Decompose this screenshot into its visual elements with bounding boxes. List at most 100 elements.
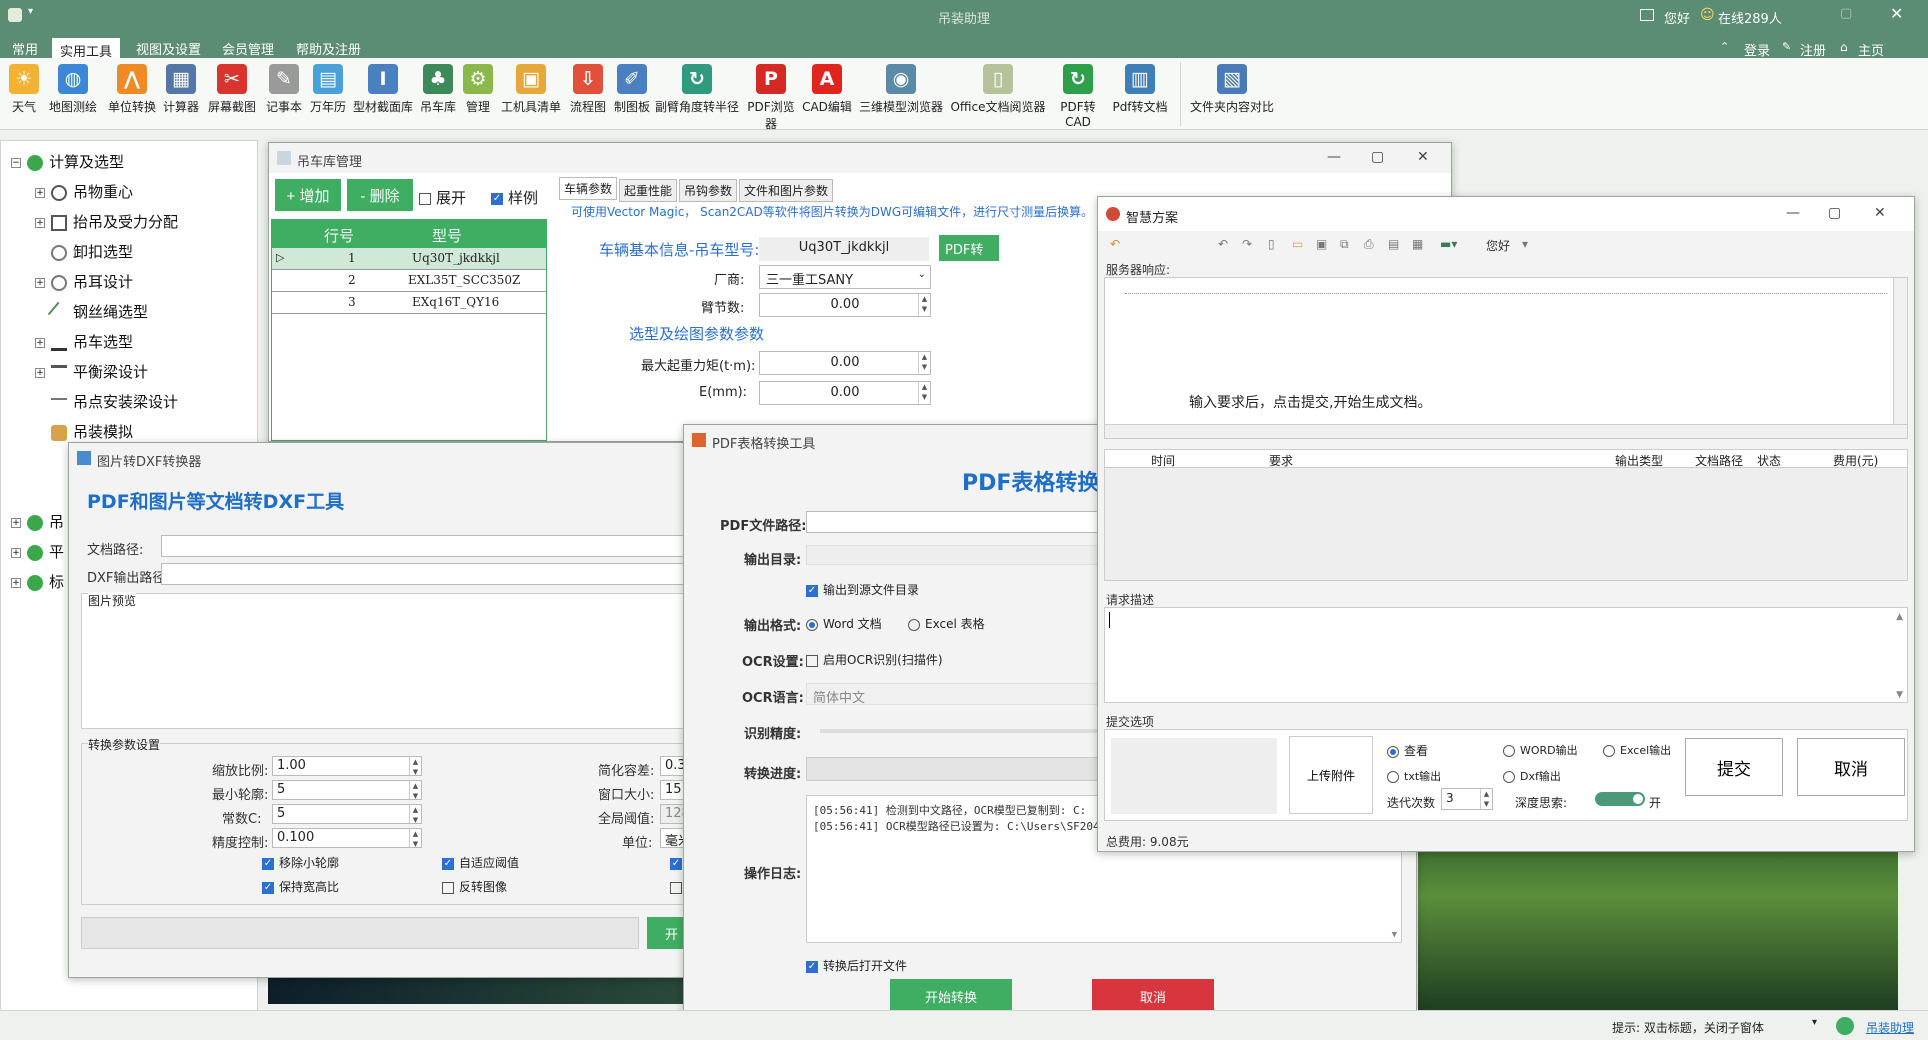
start-convert-button[interactable]: 开始转换 bbox=[890, 979, 1012, 1013]
table-row[interactable]: ▷ 1 Uq30T_jkdkkjl bbox=[272, 248, 546, 270]
tool-office-viewer[interactable]: ▯ Office文档阅览器 bbox=[950, 64, 1046, 128]
maximize-icon[interactable]: ▢ bbox=[1371, 149, 1384, 165]
excel-output-radio[interactable]: Excel输出 bbox=[1603, 742, 1671, 758]
chevron-down-icon[interactable]: ▾ bbox=[1522, 237, 1528, 251]
horizontal-scrollbar[interactable] bbox=[1105, 424, 1907, 438]
tool-folder-compare[interactable]: ▧ 文件夹内容对比 bbox=[1190, 64, 1274, 128]
minimize-icon[interactable]: — bbox=[1786, 205, 1800, 221]
copy-icon[interactable]: ⧉ bbox=[1340, 237, 1349, 252]
precision-input[interactable]: 0.100 ▲ ▼ bbox=[272, 828, 422, 848]
menu-member[interactable]: 会员管理 bbox=[214, 36, 282, 58]
tree-item[interactable]: + 抬吊及受力分配 bbox=[35, 211, 178, 232]
tool-crane-library[interactable]: ♣ 吊车库 bbox=[416, 64, 460, 128]
tree-item[interactable]: 吊装模拟 bbox=[51, 421, 133, 442]
tree-root[interactable]: + 标 bbox=[11, 571, 64, 592]
scroll-down-icon[interactable]: ▼ bbox=[1392, 930, 1397, 940]
tab-files[interactable]: 文件和图片参数 bbox=[739, 179, 834, 202]
home-link[interactable]: 主页 bbox=[1858, 40, 1884, 59]
tool-weather[interactable]: ☀ 天气 bbox=[6, 64, 42, 128]
upload-attachment-button[interactable]: 上传附件 bbox=[1289, 736, 1373, 814]
vertical-scrollbar[interactable] bbox=[1893, 278, 1907, 424]
tree-item[interactable]: + 吊耳设计 bbox=[35, 271, 133, 292]
keep-aspect-checkbox[interactable]: ✓ 保持宽高比 bbox=[262, 878, 339, 895]
tool-drawing-board[interactable]: ✐ 制图板 bbox=[610, 64, 654, 128]
legend-checkbox[interactable]: ✓ 样例 bbox=[491, 187, 538, 208]
close-icon[interactable]: ✕ bbox=[1890, 4, 1903, 23]
maximize-icon[interactable]: ▢ bbox=[1828, 205, 1841, 221]
tree-item[interactable]: + 吊物重心 bbox=[35, 181, 133, 202]
scroll-up-icon[interactable]: ▲ bbox=[1896, 612, 1903, 622]
view-radio[interactable]: 查看 bbox=[1387, 742, 1428, 759]
undo-icon[interactable]: ↶ bbox=[1110, 237, 1120, 251]
tool-pdf-to-doc[interactable]: ▥ Pdf转文档 bbox=[1110, 64, 1170, 128]
document-editor[interactable]: 输入要求后，点击提交,开始生成文档。 bbox=[1104, 277, 1908, 439]
tool-pdf-to-cad[interactable]: ↻ PDF转CAD bbox=[1048, 64, 1108, 129]
dxf-path-input[interactable] bbox=[161, 563, 709, 585]
tool-screenshot[interactable]: ✂ 屏幕截图 bbox=[204, 64, 260, 128]
tree-item[interactable]: 钢丝绳选型 bbox=[47, 301, 148, 324]
tool-map[interactable]: ◍ 地图测绘 bbox=[44, 64, 102, 128]
print-preview-icon[interactable]: ▤ bbox=[1388, 237, 1399, 251]
max-moment-input[interactable]: 0.00 ▲ ▼ bbox=[759, 351, 931, 375]
open-folder-icon[interactable]: ▭ bbox=[1292, 237, 1303, 251]
word-output-radio[interactable]: WORD输出 bbox=[1503, 742, 1578, 758]
new-file-icon[interactable]: ▯ bbox=[1268, 237, 1275, 251]
format-word-radio[interactable]: Word 文档 bbox=[806, 615, 882, 632]
tool-calendar[interactable]: ▤ 万年历 bbox=[306, 64, 350, 128]
format-excel-radio[interactable]: Excel 表格 bbox=[908, 615, 985, 632]
tool-manage[interactable]: ⚙ 管理 bbox=[460, 64, 496, 128]
tool-calculator[interactable]: ▦ 计算器 bbox=[160, 64, 202, 128]
register-link[interactable]: 注册 bbox=[1800, 40, 1826, 59]
menu-tools[interactable]: 实用工具 bbox=[52, 38, 121, 60]
minimize-icon[interactable]: — bbox=[1327, 149, 1341, 165]
txt-output-radio[interactable]: txt输出 bbox=[1387, 768, 1441, 784]
output-to-source-checkbox[interactable]: ✓ 输出到源文件目录 bbox=[806, 581, 919, 598]
dxf-output-radio[interactable]: Dxf输出 bbox=[1503, 768, 1561, 784]
scroll-down-icon[interactable]: ▼ bbox=[1896, 690, 1903, 700]
tool-pdf-browser[interactable]: P PDF浏览器 bbox=[742, 64, 800, 131]
tool-jib-angle[interactable]: ↻ 副臂角度转半径 bbox=[654, 64, 740, 128]
maker-select[interactable]: 三一重工SANY ⌄ bbox=[759, 265, 931, 289]
undo-icon[interactable]: ↶ bbox=[1218, 237, 1228, 251]
menu-view[interactable]: 视图及设置 bbox=[128, 36, 209, 58]
collapse-ribbon-icon[interactable]: ⌃ bbox=[1720, 40, 1729, 53]
tree-root[interactable]: + 平 bbox=[11, 541, 64, 562]
menu-common[interactable]: 常用 bbox=[4, 36, 46, 58]
tree-item[interactable]: 吊点安装梁设计 bbox=[51, 391, 178, 414]
table-row[interactable]: 3 EXq16T_QY16 bbox=[272, 292, 546, 314]
request-input[interactable]: ▲ ▼ bbox=[1104, 607, 1908, 703]
close-icon[interactable]: ✕ bbox=[1417, 149, 1429, 165]
remove-small-contour-checkbox[interactable]: ✓ 移除小轮廓 bbox=[262, 854, 339, 871]
table-row[interactable]: 2 EXL35T_SCC350Z bbox=[272, 270, 546, 292]
tree-root[interactable]: + 吊 bbox=[11, 511, 64, 532]
tree-item[interactable]: + 吊车选型 bbox=[35, 331, 133, 352]
adaptive-threshold-checkbox[interactable]: ✓ 自适应阈值 bbox=[442, 854, 519, 871]
status-link[interactable]: 吊装助理 bbox=[1866, 1019, 1914, 1036]
maximize-icon[interactable]: ▢ bbox=[1840, 6, 1852, 21]
save-icon[interactable]: ▣ bbox=[1316, 237, 1327, 251]
enable-ocr-checkbox[interactable]: 启用OCR识别(扫描件) bbox=[806, 651, 943, 668]
cancel-button[interactable]: 取消 bbox=[1797, 738, 1905, 796]
tool-section-library[interactable]: I 型材截面库 bbox=[350, 64, 416, 128]
tool-flowchart[interactable]: ⇩ 流程图 bbox=[566, 64, 610, 128]
iterations-input[interactable]: 3 ▲ ▼ bbox=[1441, 788, 1493, 810]
scale-input[interactable]: 1.00 ▲ ▼ bbox=[272, 756, 422, 776]
submit-button[interactable]: 提交 bbox=[1685, 738, 1783, 796]
print-icon[interactable]: ⎙ bbox=[1364, 237, 1374, 252]
constant-c-input[interactable]: 5 ▲ ▼ bbox=[272, 804, 422, 824]
menu-help[interactable]: 帮助及注册 bbox=[288, 36, 369, 58]
boom-input[interactable]: 0.00 ▲ ▼ bbox=[759, 293, 931, 317]
e-input[interactable]: 0.00 ▲ ▼ bbox=[759, 381, 931, 405]
tab-hook[interactable]: 吊钩参数 bbox=[679, 179, 738, 202]
redo-icon[interactable]: ↷ bbox=[1242, 237, 1252, 251]
pdf-convert-button[interactable]: PDF转 bbox=[939, 235, 999, 261]
deep-think-toggle[interactable] bbox=[1595, 792, 1645, 806]
tab-vehicle[interactable]: 车辆参数 bbox=[559, 177, 618, 200]
tool-3d-viewer[interactable]: ◉ 三维模型浏览器 bbox=[854, 64, 948, 128]
tree-root[interactable]: − 计算及选型 bbox=[11, 151, 124, 172]
add-button[interactable]: + 增加 bbox=[275, 179, 341, 211]
min-contour-input[interactable]: 5 ▲ ▼ bbox=[272, 780, 422, 800]
chevron-down-icon[interactable]: ▾ bbox=[1812, 1017, 1817, 1028]
tab-lifting[interactable]: 起重性能 bbox=[619, 179, 678, 202]
tree-item[interactable]: + 平衡梁设计 bbox=[35, 361, 148, 382]
